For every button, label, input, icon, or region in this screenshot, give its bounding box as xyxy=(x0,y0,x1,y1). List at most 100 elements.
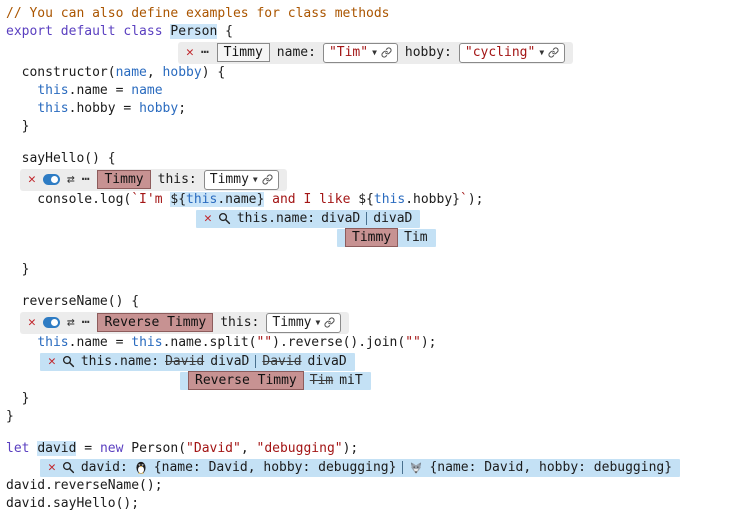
code-token: this xyxy=(374,192,405,207)
code-token xyxy=(6,101,37,116)
david-result-tooltip: ✕ david: {name: David, hobby: debugging}… xyxy=(40,459,680,477)
chevron-down-icon: ▼ xyxy=(372,48,377,57)
code-token: ` xyxy=(460,192,468,207)
code-token: = xyxy=(76,441,99,456)
example-name-chip[interactable]: Reverse Timmy xyxy=(188,371,304,390)
code-token: ).reverse().join( xyxy=(272,335,405,350)
sayhello-example-value-tooltip: Timmy Tim xyxy=(337,229,436,247)
chevron-down-icon: ▼ xyxy=(253,175,258,184)
this-dropdown[interactable]: Timmy ▼ xyxy=(204,170,279,190)
code-token: ); xyxy=(343,441,359,456)
close-icon[interactable]: ✕ xyxy=(48,461,56,474)
reversename-result-tooltip: ✕ this.name: David divaD David divaD xyxy=(40,353,355,371)
param-hobby-label: hobby: xyxy=(405,45,452,60)
result-value-left: {name: David, hobby: debugging} xyxy=(154,460,397,475)
code-token: .name = xyxy=(69,83,132,98)
code-token: Person( xyxy=(123,441,186,456)
code-token: let xyxy=(6,441,37,456)
code-token: ); xyxy=(468,192,484,207)
code-token: ; xyxy=(178,101,186,116)
code-token: "" xyxy=(405,335,421,350)
example-value: miT xyxy=(339,373,362,388)
code-token: this xyxy=(186,192,217,207)
code-token: constructor( xyxy=(6,65,116,80)
close-icon[interactable]: ✕ xyxy=(204,212,212,225)
code-token: "" xyxy=(256,335,272,350)
code-line-reverse-logic: this.name = this.name.split("").reverse(… xyxy=(6,334,749,352)
sayhello-example-widget: ✕ ⇄ ⋯ Timmy this: Timmy ▼ xyxy=(20,169,287,191)
code-line: } xyxy=(6,408,749,426)
dropdown-value: Timmy xyxy=(272,315,311,330)
code-token: sayHello() { xyxy=(6,151,116,166)
more-icon[interactable]: ⋯ xyxy=(201,46,210,59)
dropdown-value: "cycling" xyxy=(465,45,535,60)
code-token: } xyxy=(6,262,29,277)
swap-icon[interactable]: ⇄ xyxy=(67,173,75,186)
class-example-widget: ✕ ⋯ Timmy name: "Tim" ▼ hobby: "cycling"… xyxy=(178,42,573,64)
code-token xyxy=(6,335,37,350)
param-hobby-dropdown[interactable]: "cycling" ▼ xyxy=(459,43,565,63)
param-name-dropdown[interactable]: "Tim" ▼ xyxy=(323,43,398,63)
toggle-knob xyxy=(51,319,58,326)
sayhello-result-row: ✕ this.name: divaD divaD xyxy=(6,209,749,228)
code-token: ); xyxy=(421,335,437,350)
more-icon[interactable]: ⋯ xyxy=(82,316,91,329)
example-value: Tim xyxy=(404,230,427,245)
example-name-chip[interactable]: Timmy xyxy=(345,228,398,247)
reversename-example-widget: ✕ ⇄ ⋯ Reverse Timmy this: Timmy ▼ xyxy=(20,312,349,334)
link-icon[interactable] xyxy=(262,174,273,185)
close-icon[interactable]: ✕ xyxy=(28,173,36,186)
code-token: david.sayHello(); xyxy=(6,496,139,511)
toggle-icon[interactable] xyxy=(43,174,60,185)
divider xyxy=(366,212,367,225)
result-value-left: divaD xyxy=(210,354,249,369)
class-example-row: ✕ ⋯ Timmy name: "Tim" ▼ hobby: "cycling"… xyxy=(6,41,749,64)
this-dropdown[interactable]: Timmy ▼ xyxy=(266,313,341,333)
blank-line xyxy=(6,247,749,261)
code-token: } xyxy=(6,409,14,424)
blank-line xyxy=(6,279,749,293)
code-line-sayhello: sayHello() { xyxy=(6,150,749,168)
code-line-call-reversename: david.reverseName(); xyxy=(6,477,749,495)
result-label: this.name: xyxy=(237,211,315,226)
reversename-example-value-tooltip: Reverse Timmy Tim miT xyxy=(180,372,371,390)
wolf-runtime-icon xyxy=(409,461,423,475)
code-token: .name = xyxy=(69,335,132,350)
code-token: name xyxy=(131,83,162,98)
code-line-console-log: console.log(`I'm ${this.name} and I like… xyxy=(6,191,749,209)
dropdown-value: "Tim" xyxy=(329,45,368,60)
link-icon[interactable] xyxy=(548,47,559,58)
more-icon[interactable]: ⋯ xyxy=(82,173,91,186)
code-line: } xyxy=(6,390,749,408)
example-name-chip[interactable]: Timmy xyxy=(97,170,150,189)
code-token: this xyxy=(37,83,68,98)
code-token: "debugging" xyxy=(257,441,343,456)
code-token: { xyxy=(217,24,233,39)
close-icon[interactable]: ✕ xyxy=(48,355,56,368)
sayhello-example-value-row: Timmy Tim xyxy=(6,228,749,247)
example-name-chip[interactable]: Timmy xyxy=(217,43,270,62)
magnifier-icon[interactable] xyxy=(62,355,75,368)
code-token: } xyxy=(6,391,29,406)
close-icon[interactable]: ✕ xyxy=(28,316,36,329)
magnifier-icon[interactable] xyxy=(218,212,231,225)
code-token: Person xyxy=(170,24,217,39)
result-old-value-left: David xyxy=(165,354,204,369)
result-value-right: divaD xyxy=(373,211,412,226)
code-token: export default class xyxy=(6,24,170,39)
close-icon[interactable]: ✕ xyxy=(186,46,194,59)
code-token: hobby xyxy=(163,65,202,80)
example-old-value: Tim xyxy=(310,373,333,388)
code-token: david.reverseName(); xyxy=(6,478,163,493)
example-name-chip[interactable]: Reverse Timmy xyxy=(97,313,213,332)
link-icon[interactable] xyxy=(381,47,392,58)
code-line-constructor: constructor(name, hobby) { xyxy=(6,64,749,82)
link-icon[interactable] xyxy=(324,317,335,328)
code-token: .name xyxy=(217,192,256,207)
code-token: .hobby} xyxy=(405,192,460,207)
divider xyxy=(255,355,256,368)
magnifier-icon[interactable] xyxy=(62,461,75,474)
code-line: } xyxy=(6,118,749,136)
swap-icon[interactable]: ⇄ xyxy=(67,316,75,329)
toggle-icon[interactable] xyxy=(43,317,60,328)
